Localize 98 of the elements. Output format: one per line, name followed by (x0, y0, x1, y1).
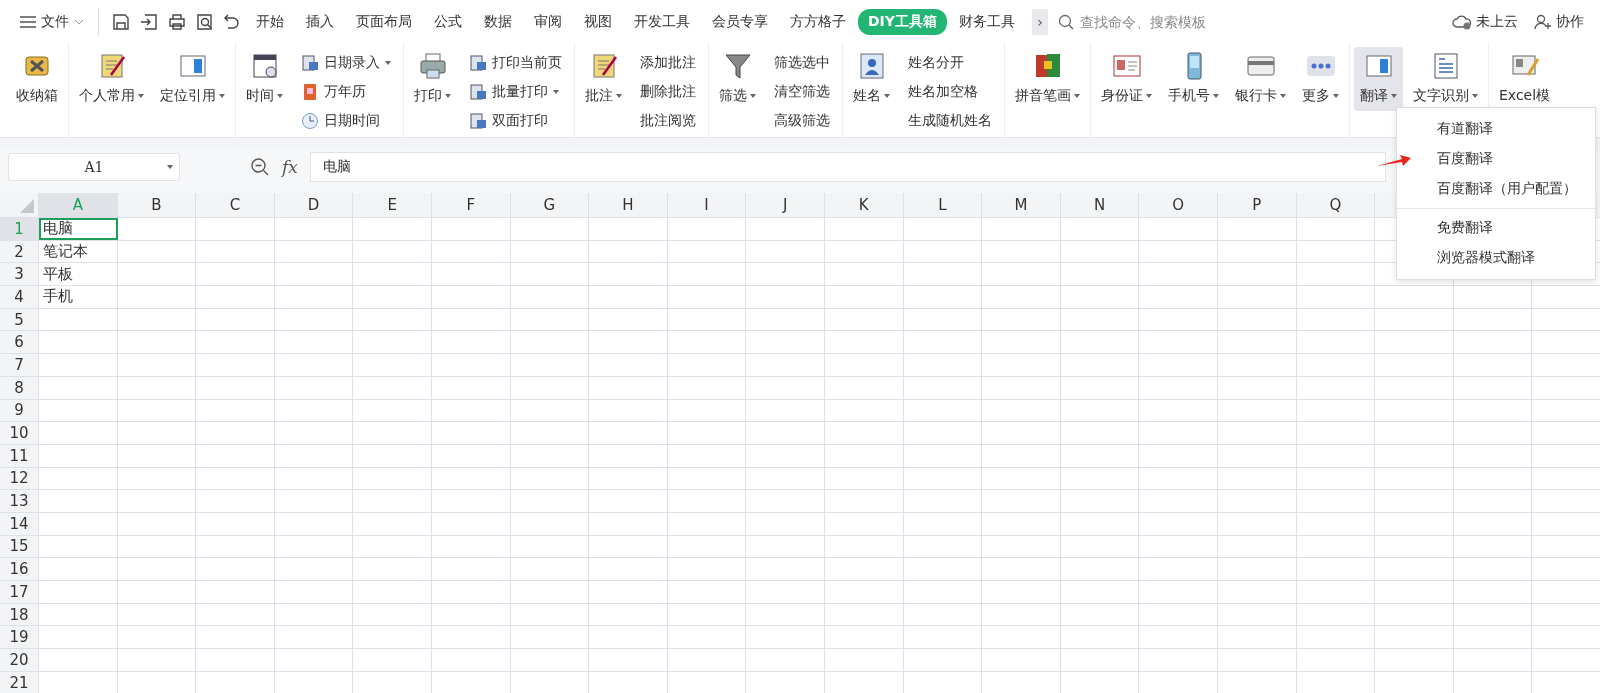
row-header[interactable]: 7 (0, 354, 39, 376)
table-cell: 电脑 (39, 218, 118, 240)
row-header[interactable]: 8 (0, 376, 39, 399)
ribbon-button[interactable]: 打印 (408, 47, 457, 111)
row-header[interactable]: 12 (0, 467, 39, 490)
row-header[interactable]: 4 (0, 286, 39, 308)
ribbon-button[interactable]: 文字识别 (1407, 47, 1484, 111)
menu-item[interactable]: 百度翻译 (1437, 144, 1493, 174)
ribbon-button[interactable]: 姓名分开 (904, 51, 996, 75)
print-icon[interactable] (168, 12, 186, 31)
ribbon-button[interactable]: 姓名 (847, 47, 896, 111)
ribbon-button[interactable]: 批注 (579, 47, 628, 111)
zoom-icon[interactable] (250, 157, 270, 177)
ribbon-button[interactable]: 筛选 (713, 47, 762, 111)
row-header[interactable]: 2 (0, 240, 39, 263)
row-header[interactable]: 18 (0, 603, 39, 626)
formula-field[interactable]: 电脑 (309, 152, 1386, 182)
ribbon-tab[interactable]: 数据 (474, 8, 522, 35)
person-add-icon (1534, 13, 1552, 30)
collaborate-button[interactable]: 协作 (1534, 12, 1584, 31)
ribbon-button[interactable]: 定位引用 (154, 47, 231, 111)
name-box[interactable]: A1 (8, 153, 180, 181)
more-tabs-button[interactable]: › (1031, 8, 1048, 35)
row-header[interactable]: 9 (0, 399, 39, 422)
funnel-icon (722, 51, 753, 81)
ribbon-button[interactable]: 收纳箱 (10, 47, 64, 111)
calendar-book-icon (301, 83, 319, 101)
ribbon-button[interactable]: 拼音笔画 (1009, 47, 1086, 111)
cloud-status-button[interactable]: 未上云 (1452, 12, 1518, 31)
search-icon (1057, 13, 1074, 30)
ribbon-button[interactable]: 翻译 (1354, 47, 1403, 111)
menu-item[interactable]: 百度翻译（用户配置） (1437, 174, 1577, 204)
ribbon-button[interactable]: 姓名加空格 (904, 80, 996, 104)
menu-item[interactable]: 有道翻译 (1437, 114, 1493, 144)
ribbon-tab[interactable]: 财务工具 (948, 8, 1025, 35)
file-menu[interactable]: 文件 (14, 8, 90, 35)
row-header[interactable]: 3 (0, 263, 39, 286)
page-print-icon (469, 54, 487, 72)
ribbon-button[interactable]: 日期时间 (297, 109, 395, 133)
ribbon-button[interactable]: 银行卡 (1229, 47, 1292, 111)
export-icon[interactable] (140, 12, 158, 31)
row-header[interactable]: 13 (0, 490, 39, 512)
print-preview-icon[interactable] (196, 12, 214, 31)
triangle-icon (20, 199, 34, 213)
row-header[interactable]: 10 (0, 422, 39, 444)
ribbon-tab[interactable]: 方方格子 (780, 8, 856, 35)
search-field[interactable]: 查找命令、搜索模板 (1057, 12, 1318, 31)
row-header[interactable]: 14 (0, 512, 39, 535)
row-header[interactable]: 11 (0, 444, 39, 467)
ribbon-button[interactable]: 双面打印 (465, 109, 566, 133)
undo-icon[interactable] (224, 12, 240, 31)
ribbon-button[interactable]: 个人常用 (73, 47, 150, 111)
clock-icon (301, 112, 319, 130)
ribbon-button[interactable]: 万年历 (297, 80, 395, 104)
ribbon-button[interactable]: 打印当前页 (465, 51, 566, 75)
ribbon-button[interactable]: 更多 (1296, 47, 1345, 111)
ribbon-button[interactable]: 日期录入 (297, 51, 395, 75)
ribbon-button[interactable]: 高级筛选 (770, 109, 834, 133)
ribbon-tab[interactable]: 公式 (424, 8, 472, 35)
ribbon-tab[interactable]: 页面布局 (346, 8, 422, 35)
chevron-down-icon (74, 18, 84, 25)
ribbon-tab[interactable]: 会员专享 (702, 8, 778, 35)
ribbon-button[interactable]: Excel模 (1493, 47, 1557, 111)
ribbon-button[interactable]: 手机号 (1162, 47, 1225, 111)
ribbon-button[interactable]: 筛选选中 (770, 51, 834, 75)
ribbon-tab[interactable]: 开始 (246, 8, 294, 35)
ribbon-button[interactable]: 批注阅览 (636, 109, 700, 133)
function-button[interactable]: fx (282, 157, 298, 177)
row-header[interactable]: 19 (0, 626, 39, 649)
menu-icon (20, 15, 36, 28)
row-header[interactable]: 15 (0, 535, 39, 558)
form-icon (301, 54, 319, 72)
ribbon-button[interactable]: 清空筛选 (770, 80, 834, 104)
ribbon-tab[interactable]: 审阅 (524, 8, 572, 35)
row-header[interactable]: 21 (0, 671, 39, 693)
row-header[interactable]: 16 (0, 558, 39, 580)
printer-icon (417, 51, 448, 81)
ribbon-button[interactable]: 删除批注 (636, 80, 700, 104)
cloud-icon (1452, 13, 1472, 30)
ribbon-tab[interactable]: 视图 (574, 8, 622, 35)
ribbon-tab[interactable]: 插入 (296, 8, 344, 35)
menu-item[interactable]: 免费翻译 (1437, 213, 1493, 243)
row-header[interactable]: 5 (0, 308, 39, 331)
page-stack-icon (469, 83, 487, 101)
save-icon[interactable] (112, 12, 130, 31)
ribbon-tab[interactable]: 开发工具 (624, 8, 700, 35)
ribbon-button[interactable]: 生成随机姓名 (904, 109, 996, 133)
ribbon-button[interactable]: 批量打印 (465, 80, 566, 104)
ribbon-button[interactable]: 时间 (240, 47, 289, 111)
row-header[interactable]: 20 (0, 649, 39, 671)
ribbon-button[interactable]: 身份证 (1095, 47, 1158, 111)
ribbon-button[interactable]: 添加批注 (636, 51, 700, 75)
menu-item[interactable]: 浏览器模式翻译 (1437, 243, 1535, 273)
row-header[interactable]: 17 (0, 581, 39, 603)
row-header[interactable]: 6 (0, 331, 39, 354)
pointer-arrow (1376, 154, 1412, 168)
caret-icon (167, 165, 173, 169)
duplex-print-icon (469, 112, 487, 130)
